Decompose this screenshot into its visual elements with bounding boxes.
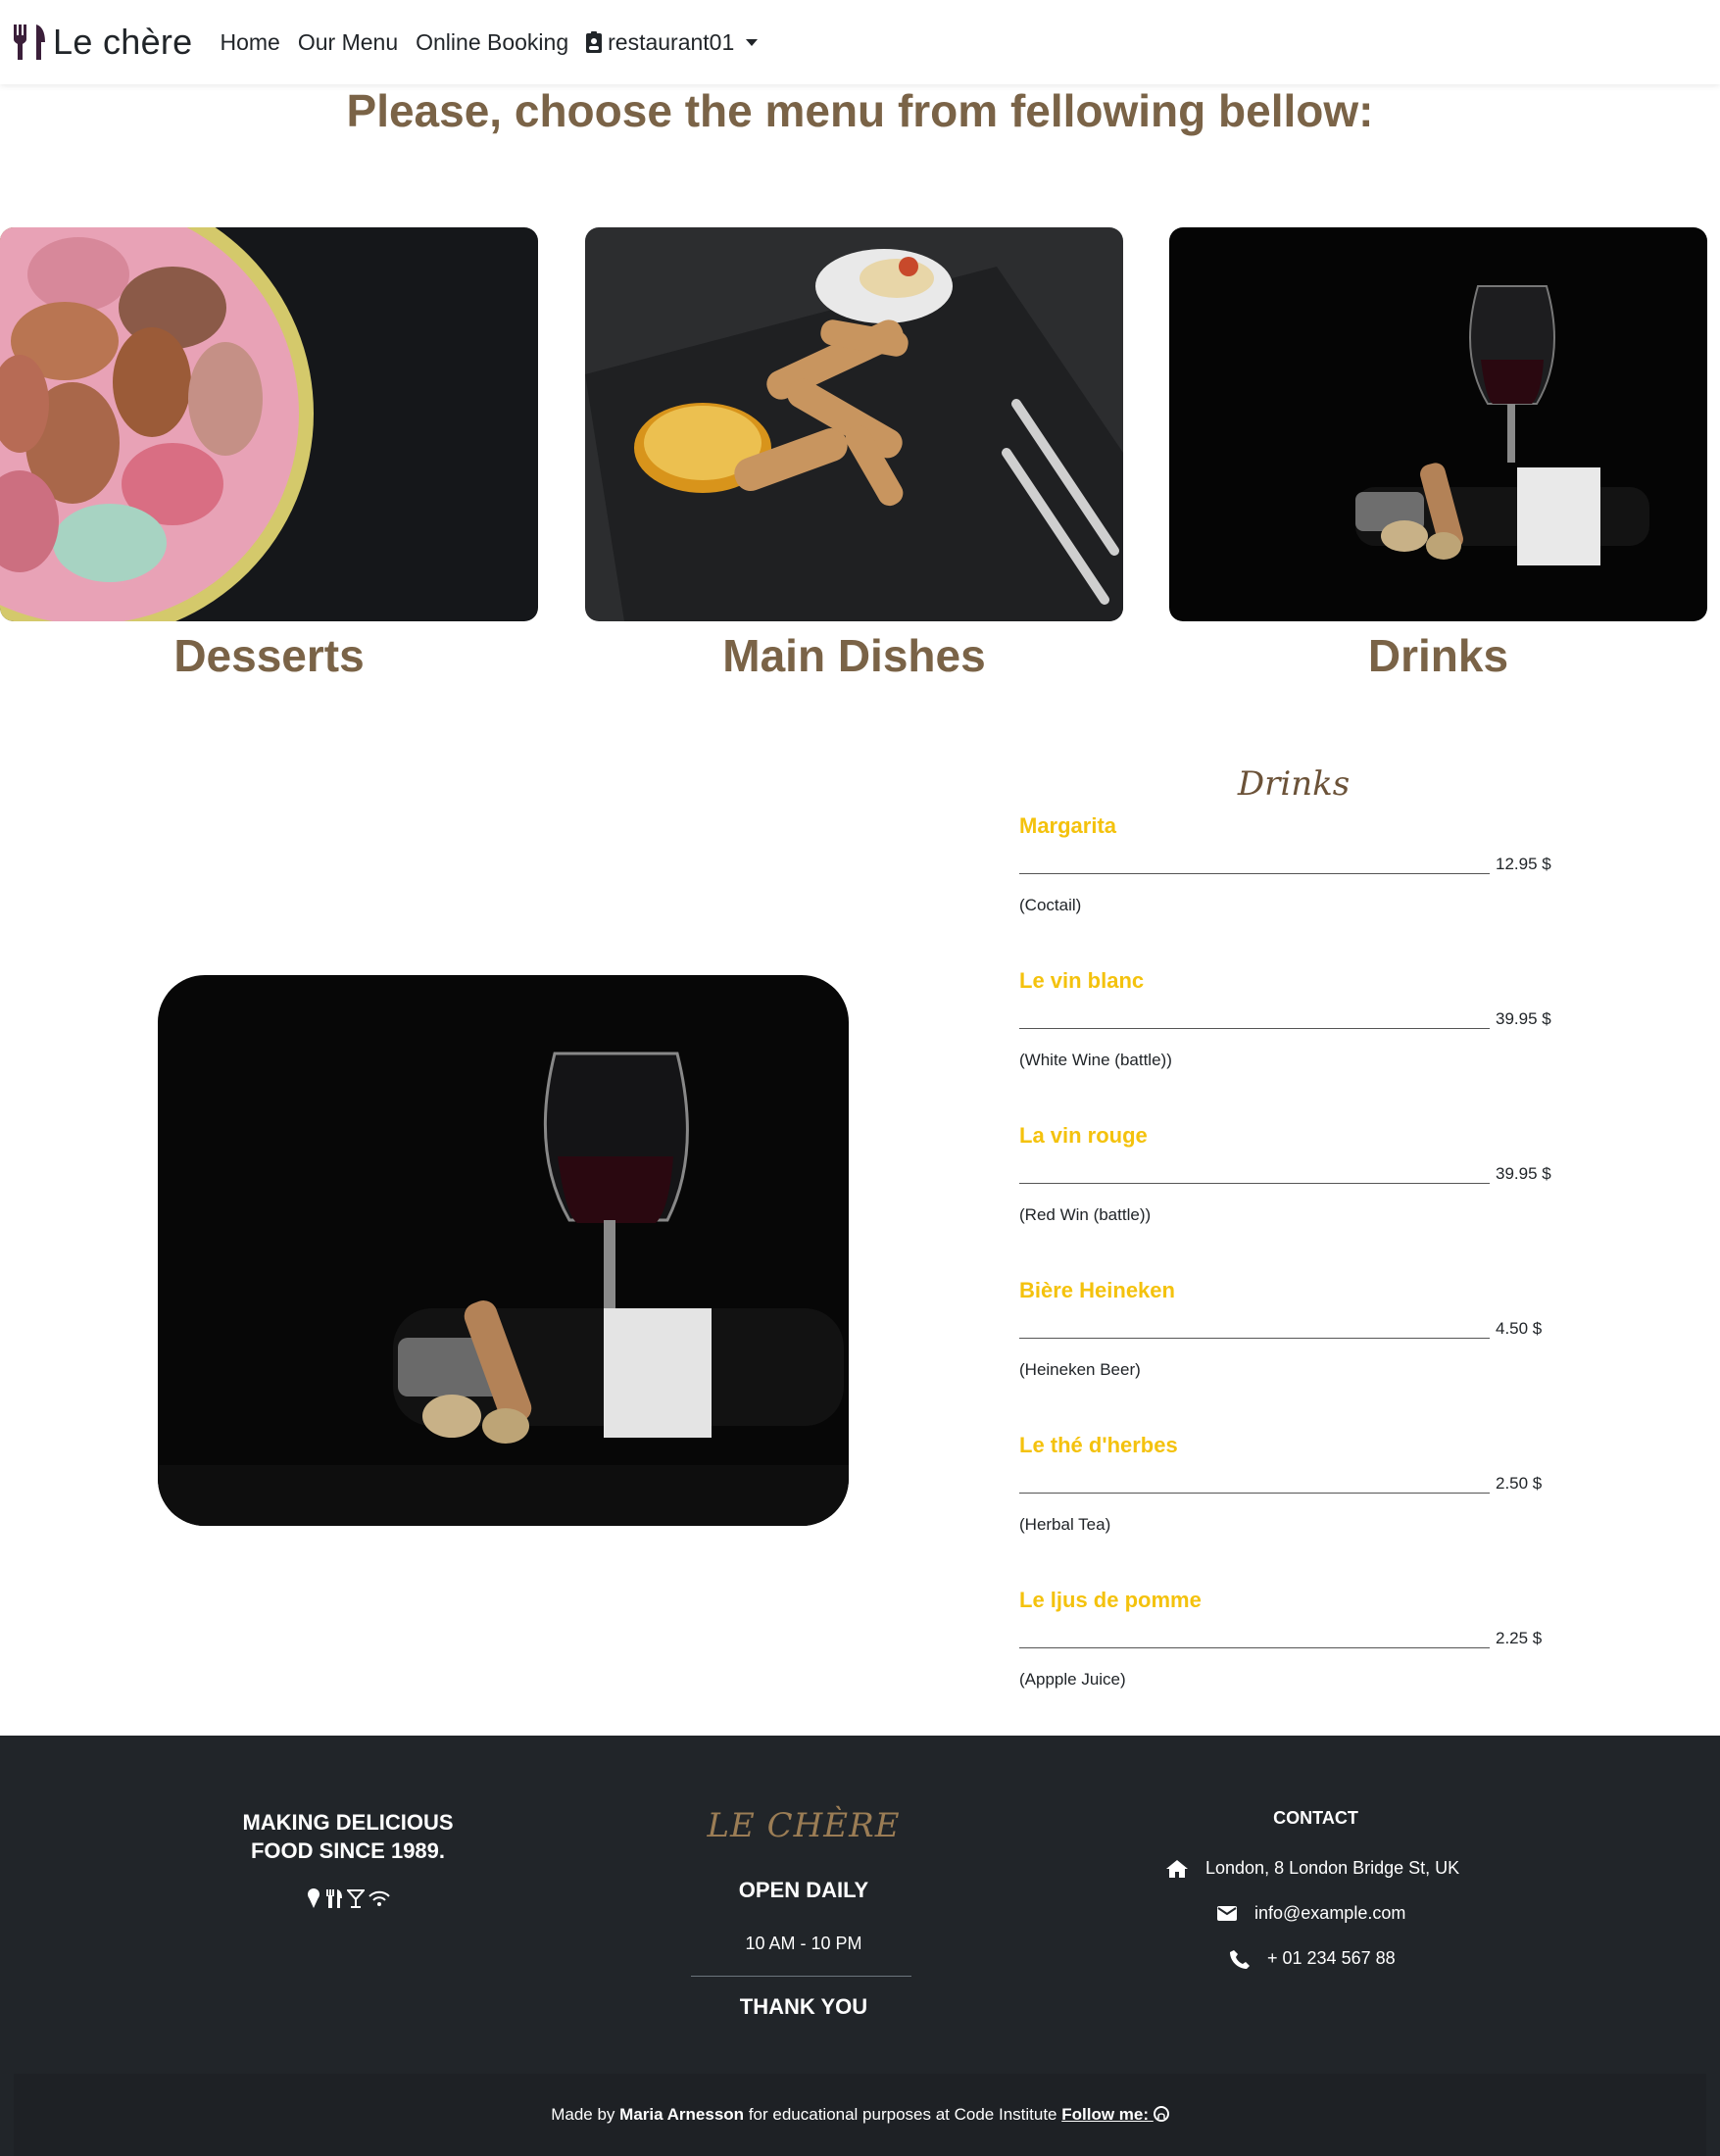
desserts-image[interactable] [0, 227, 538, 621]
category-card-drinks[interactable]: Drinks [1169, 227, 1707, 682]
phone-icon [1230, 1949, 1250, 1969]
envelope-icon [1217, 1906, 1237, 1921]
chevron-down-icon [746, 38, 759, 46]
menu-item: Margarita 12.95 $ (Coctail) [1019, 813, 1568, 966]
category-card-main-dishes[interactable]: Main Dishes [585, 227, 1123, 682]
menu-item: La vin rouge 39.95 $ (Red Win (battle)) [1019, 1123, 1568, 1276]
category-title-main-dishes[interactable]: Main Dishes [585, 629, 1123, 682]
item-name: Bière Heineken [1019, 1278, 1175, 1302]
dotted-line [1019, 1164, 1490, 1184]
author-name: Maria Arnesson [619, 2105, 745, 2124]
item-description: (Herbal Tea) [1019, 1515, 1111, 1534]
footer-tagline: MAKING DELICIOUS FOOD SINCE 1989. [242, 1810, 454, 1863]
item-price: 2.25 $ [1496, 1629, 1543, 1647]
home-icon [1166, 1859, 1188, 1878]
dotted-line [1019, 1474, 1490, 1494]
item-price: 39.95 $ [1496, 1009, 1551, 1028]
nav-home[interactable]: Home [221, 29, 280, 56]
contact-address: London, 8 London Bridge St, UK [1166, 1858, 1459, 1879]
menu-photo [158, 975, 849, 1526]
item-description: (Appple Juice) [1019, 1670, 1126, 1689]
brand-link[interactable]: Le chère [12, 22, 193, 63]
menu-title: Drinks [1237, 764, 1351, 804]
menu-item: Le vin blanc 39.95 $ (White Wine (battle… [1019, 968, 1568, 1121]
footer-logo: LE CHÈRE [707, 1806, 901, 1845]
menu-item: Le thé d'herbes 2.50 $ (Herbal Tea) [1019, 1433, 1568, 1586]
footer-credits: Made by Maria Arnesson for educational p… [14, 2074, 1706, 2156]
item-name: Le ljus de pomme [1019, 1588, 1202, 1612]
dotted-line [1019, 1009, 1490, 1029]
utensils-icon [326, 1889, 342, 1908]
category-title-drinks[interactable]: Drinks [1169, 629, 1707, 682]
footer: MAKING DELICIOUS FOOD SINCE 1989. LE CHÈ… [0, 1736, 1720, 2156]
item-name: Margarita [1019, 813, 1117, 838]
drinks-image[interactable] [1169, 227, 1707, 621]
id-badge-icon [586, 31, 603, 53]
item-price: 2.50 $ [1496, 1474, 1543, 1493]
item-description: (Red Win (battle)) [1019, 1205, 1152, 1224]
footer-open-label: OPEN DAILY [738, 1878, 869, 1902]
item-description: (Heineken Beer) [1019, 1360, 1141, 1379]
dotted-line [1019, 1629, 1490, 1648]
dotted-line [1019, 1319, 1490, 1339]
follow-link[interactable]: Follow me: [1061, 2105, 1169, 2124]
item-description: (White Wine (battle)) [1019, 1051, 1172, 1069]
contact-email: info@example.com [1217, 1903, 1405, 1924]
item-name: Le vin blanc [1019, 968, 1145, 993]
cocktail-icon [347, 1889, 365, 1908]
wifi-icon [369, 1890, 390, 1906]
category-title-desserts[interactable]: Desserts [0, 629, 538, 682]
nav-online-booking[interactable]: Online Booking [416, 29, 568, 56]
item-description: (Coctail) [1019, 896, 1082, 914]
item-price: 12.95 $ [1496, 855, 1551, 873]
footer-icons [294, 1888, 402, 1908]
menu-item: Bière Heineken 4.50 $ (Heineken Beer) [1019, 1278, 1568, 1431]
item-price: 4.50 $ [1496, 1319, 1543, 1338]
utensils-icon [14, 24, 45, 60]
footer-contact-heading: CONTACT [1273, 1808, 1358, 1828]
user-name: restaurant01 [608, 28, 735, 55]
main-dishes-image[interactable] [585, 227, 1123, 621]
item-price: 39.95 $ [1496, 1164, 1551, 1183]
contact-phone: + 01 234 567 88 [1230, 1948, 1396, 1969]
user-dropdown[interactable]: restaurant01 [586, 28, 759, 56]
ice-cream-icon [308, 1888, 319, 1908]
dotted-line [1019, 855, 1490, 874]
nav-our-menu[interactable]: Our Menu [298, 29, 398, 56]
brand-name: Le chère [53, 22, 193, 62]
item-name: Le thé d'herbes [1019, 1433, 1178, 1457]
menu-item: Le ljus de pomme 2.25 $ (Appple Juice) [1019, 1588, 1568, 1740]
navbar: Le chère Home Our Menu Online Booking re… [0, 0, 1720, 84]
footer-thanks: THANK YOU [739, 1994, 868, 2019]
menu-list: Drinks Margarita 12.95 $ (Coctail) Le vi… [1019, 764, 1568, 1740]
category-card-desserts[interactable]: Desserts [0, 227, 538, 682]
page-heading: Please, choose the menu from fellowing b… [346, 85, 1374, 136]
footer-hours: 10 AM - 10 PM [745, 1934, 862, 1953]
item-name: La vin rouge [1019, 1123, 1148, 1148]
divider [691, 1976, 911, 1977]
github-icon [1153, 2106, 1169, 2122]
